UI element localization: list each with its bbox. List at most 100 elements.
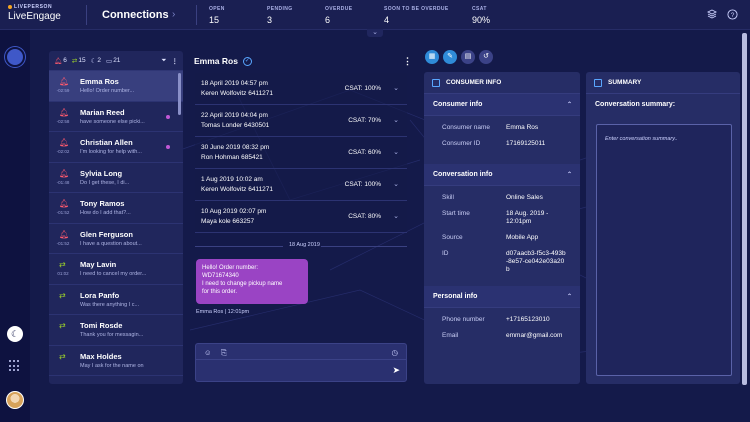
- list-header: 🔔︎ 6 ⇄ 15 ☾ 2 ▭ 21 ⏷ ⋮: [49, 51, 183, 71]
- source-row: Source Mobile App: [424, 230, 580, 246]
- chat-count[interactable]: ▭ 21: [106, 57, 120, 65]
- bell-icon: 🔔︎: [59, 168, 70, 178]
- field-label: Phone number: [442, 316, 485, 323]
- calculator-widget-icon[interactable]: ▤: [461, 50, 475, 64]
- message-bubble: Hello! Order number: WD71674340 I need t…: [196, 259, 308, 304]
- conversation-list-item[interactable]: ⇄ 01:02 May Lavin I need to cancel my order…: [49, 254, 183, 285]
- apps-grid-icon[interactable]: [9, 360, 21, 372]
- field-value: Online Sales: [506, 194, 543, 201]
- send-icon[interactable]: ➤: [392, 365, 400, 376]
- consumer-id-row: Consumer ID 17169125011: [424, 136, 580, 152]
- chevron-down-icon[interactable]: ⌄: [393, 180, 399, 188]
- status-indicator[interactable]: [5, 47, 25, 67]
- stat-open[interactable]: OPEN 15: [209, 6, 225, 25]
- history-item[interactable]: 30 June 2019 08:32 pm Ron Hohman 685421 CS…: [195, 137, 407, 169]
- conversation-list-item[interactable]: ⇄ Max Holdes May I ask for the name on: [49, 346, 183, 376]
- chevron-down-icon[interactable]: ⌄: [393, 116, 399, 124]
- chevron-up-icon[interactable]: ⌃: [567, 164, 572, 186]
- brand-logo: LIVEPERSON LiveEngage: [8, 4, 61, 22]
- stat-overdue[interactable]: OVERDUE 6: [325, 6, 353, 25]
- message-meta: Emma Ros | 12:01pm: [196, 309, 250, 315]
- bell-icon: 🔔︎: [54, 57, 63, 65]
- bell-icon: 🔔︎: [59, 77, 70, 86]
- summary-widget-icon[interactable]: ✎: [443, 50, 457, 64]
- svg-text:?: ?: [730, 12, 734, 19]
- message-composer[interactable]: ☺ ⎘ ◷ ➤: [195, 343, 407, 382]
- conversation-time: -01:48: [56, 179, 70, 185]
- away-count[interactable]: ☾ 2: [91, 57, 101, 65]
- emoji-icon[interactable]: ☺: [204, 348, 212, 357]
- field-label: Start time: [442, 210, 470, 217]
- consumer-info-widget-icon[interactable]: ▦: [425, 50, 439, 64]
- layers-icon[interactable]: [706, 9, 718, 21]
- conversation-snippet: have someone else picki...: [80, 118, 145, 125]
- message-line: for this order.: [202, 289, 238, 295]
- conversation-list-item[interactable]: ⇄ Tomi Rosde Thank you for messagin...: [49, 315, 183, 346]
- history-csat: CSAT: 60%: [348, 149, 381, 156]
- stat-value: 15: [209, 15, 220, 25]
- conversation-list-item[interactable]: 🔔︎ -02:02 Christian Allen I'm looking for h…: [49, 132, 183, 163]
- chevron-down-icon[interactable]: ⌄: [393, 84, 399, 92]
- section-consumer-info[interactable]: Consumer info ⌃: [424, 94, 580, 116]
- avatar[interactable]: [6, 391, 24, 409]
- skill-row: Skill Online Sales: [424, 190, 580, 206]
- brand-small-text: LIVEPERSON: [14, 4, 53, 10]
- consumer-info-panel: CONSUMER INFO Consumer info ⌃ Consumer n…: [424, 72, 580, 384]
- history-csat: CSAT: 100%: [344, 181, 381, 188]
- history-date: 18 April 2019 04:57 pm: [201, 80, 268, 87]
- conversation-snippet: May I ask for the name on: [80, 362, 144, 369]
- more-icon[interactable]: ⋮: [172, 57, 179, 65]
- history-date: 10 Aug 2019 02:07 pm: [201, 208, 267, 215]
- moon-icon[interactable]: ☾: [7, 326, 23, 342]
- summary-label: Conversation summary:: [595, 101, 676, 108]
- stat-pending[interactable]: PENDING 3: [267, 6, 293, 25]
- message-line: Hello! Order number:: [202, 265, 259, 271]
- chat-panel: Emma Ros ✓ ⋮ 18 April 2019 04:57 pm Keren…: [193, 51, 415, 384]
- conversation-list-item[interactable]: ⇄ Lora Panfo Was there anything I c...: [49, 285, 183, 315]
- history-widget-icon[interactable]: ↺: [479, 50, 493, 64]
- section-conversation-info[interactable]: Conversation info ⌃: [424, 164, 580, 186]
- transfer-icon: ⇄: [59, 290, 66, 300]
- conversation-snippet: How do I add that?...: [80, 210, 131, 216]
- conversation-list-item[interactable]: 🔔︎ -02:58 Marian Reed have someone else pic…: [49, 102, 183, 132]
- attachment-icon[interactable]: ⎘: [221, 348, 227, 358]
- page-scrollbar[interactable]: [742, 33, 747, 385]
- history-item[interactable]: 18 April 2019 04:57 pm Keren Wolfovitz 64…: [195, 73, 407, 105]
- chevron-up-icon[interactable]: ⌃: [567, 94, 572, 116]
- stat-csat[interactable]: CSAT 90%: [472, 6, 490, 25]
- chat-consumer-name: Emma Ros: [194, 56, 238, 66]
- field-label: Consumer ID: [442, 140, 481, 147]
- brand-dot-icon: [8, 5, 12, 9]
- count-value: 21: [113, 57, 121, 64]
- conversation-list-item[interactable]: 🔔︎ -02:59 Emma Ros Hello! Order number...: [49, 71, 183, 102]
- conversation-list-item[interactable]: 🔔︎ -01:52 Tony Ramos How do I add that?...: [49, 193, 183, 224]
- history-item[interactable]: 22 April 2019 04:04 pm Tomas Londer 64305…: [195, 105, 407, 137]
- stat-soon-overdue[interactable]: SOON TO BE OVERDUE 4: [384, 6, 449, 25]
- stat-value: 3: [267, 15, 273, 25]
- transfer-icon: ⇄: [71, 57, 78, 65]
- history-item[interactable]: 1 Aug 2019 10:02 am Keren Wolfovitz 64112…: [195, 169, 407, 201]
- help-icon[interactable]: ?: [726, 9, 738, 21]
- clock-icon[interactable]: ◷: [391, 348, 398, 357]
- more-icon[interactable]: ⋮: [403, 56, 412, 67]
- transfer-count[interactable]: ⇄ 15: [72, 57, 86, 65]
- history-item[interactable]: 10 Aug 2019 02:07 pm Maya kole 663257 CSAT…: [195, 201, 407, 233]
- conversation-name: Tony Ramos: [80, 199, 125, 208]
- summary-placeholder: Enter conversation summary..: [605, 136, 678, 142]
- chevron-right-icon[interactable]: ›: [172, 9, 175, 20]
- conversation-list-item[interactable]: 🔔︎ -01:52 Glen Ferguson I have a question a…: [49, 224, 183, 254]
- filter-icon[interactable]: ⏷: [161, 57, 166, 65]
- chevron-up-icon[interactable]: ⌃: [567, 286, 572, 308]
- list-scrollbar[interactable]: [178, 73, 181, 115]
- chevron-down-icon[interactable]: ⌄: [393, 148, 399, 156]
- stat-label: CSAT: [472, 6, 487, 12]
- history-agent: Keren Wolfovitz 6411271: [201, 186, 274, 193]
- section-personal-info[interactable]: Personal info ⌃: [424, 286, 580, 308]
- message-line: WD71674340: [202, 273, 239, 279]
- history-csat: CSAT: 70%: [348, 117, 381, 124]
- conversation-list-item[interactable]: 🔔︎ -01:48 Sylvia Long Do I get these, I di.…: [49, 163, 183, 193]
- chevron-down-icon[interactable]: ⌄: [393, 212, 399, 220]
- alert-count[interactable]: 🔔︎ 6: [54, 57, 67, 65]
- panel-header: SUMMARY: [586, 72, 740, 94]
- summary-textarea[interactable]: Enter conversation summary..: [596, 124, 732, 376]
